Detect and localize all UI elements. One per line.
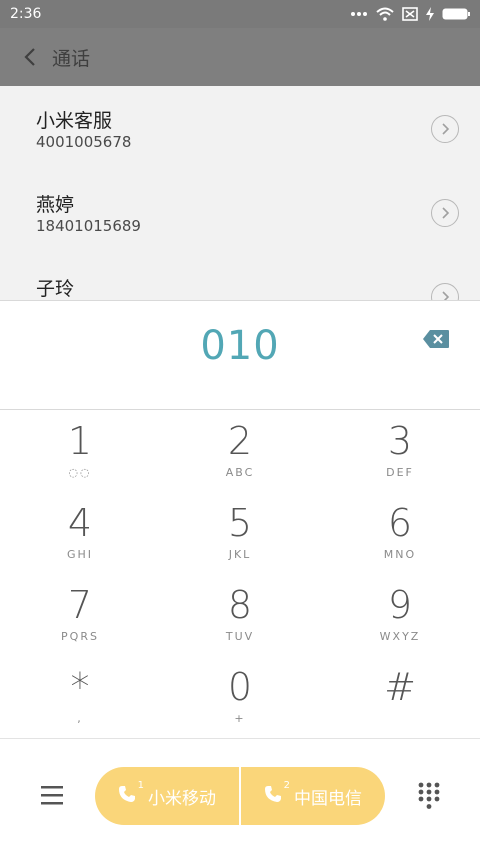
key-letters: PQRS — [61, 630, 99, 643]
key-letters: DEF — [386, 466, 414, 479]
phone-sim2-icon: 2 — [264, 780, 290, 807]
key-letters: ◌◌ — [68, 466, 92, 479]
key-letters: GHI — [66, 548, 94, 561]
contact-item[interactable]: 子玲 — [0, 254, 480, 300]
status-icons — [350, 7, 470, 21]
key-letters: + — [234, 712, 246, 725]
call-sim2-button[interactable]: 2 中国电信 — [241, 767, 385, 825]
call-sim1-button[interactable]: 1 小米移动 — [95, 767, 239, 825]
back-button[interactable] — [16, 43, 44, 71]
key-digit: 0 — [227, 665, 253, 709]
keypad-toggle-icon[interactable] — [418, 782, 440, 810]
key-7[interactable]: 7 PQRS — [0, 574, 160, 656]
key-letters: MNO — [383, 548, 417, 561]
key-digit: * — [70, 665, 90, 709]
more-dots-icon — [351, 12, 367, 16]
key-letters: WXYZ — [379, 630, 421, 643]
contact-number: 18401015689 — [36, 217, 141, 235]
backspace-icon[interactable] — [422, 329, 450, 349]
battery-icon — [442, 8, 470, 20]
contact-name: 燕婷 — [36, 194, 75, 216]
charging-icon — [426, 7, 434, 21]
key-0[interactable]: 0 + — [160, 656, 320, 738]
status-time: 2:36 — [10, 6, 42, 22]
wifi-icon — [376, 7, 394, 21]
key-5[interactable]: 5 JKL — [160, 492, 320, 574]
page-title: 通话 — [52, 47, 91, 70]
contact-suggestions: 小米客服 4001005678 燕婷 18401015689 子玲 — [0, 86, 480, 300]
key-2[interactable]: 2 ABC — [160, 410, 320, 492]
contact-name: 子玲 — [36, 278, 75, 300]
key-digit: 8 — [227, 583, 253, 627]
chevron-right-icon — [442, 123, 450, 135]
call-sim2-label: 中国电信 — [294, 788, 362, 809]
contact-detail-button[interactable] — [431, 115, 459, 143]
dial-input-area: 010 — [0, 300, 480, 410]
key-digit: 1 — [67, 419, 93, 463]
call-action-bar: 1 小米移动 2 中国电信 — [0, 738, 480, 853]
key-digit: 3 — [387, 419, 413, 463]
key-3[interactable]: 3 DEF — [320, 410, 480, 492]
key-digit: 9 — [387, 583, 413, 627]
key-8[interactable]: 8 TUV — [160, 574, 320, 656]
status-bar: 2:36 — [0, 0, 480, 28]
back-arrow-icon — [24, 48, 35, 66]
no-sim-icon — [402, 7, 418, 21]
key-letters: JKL — [228, 548, 252, 561]
key-digit: 7 — [67, 583, 93, 627]
contact-item[interactable]: 燕婷 18401015689 — [0, 170, 480, 254]
toolbar: 通话 — [0, 28, 480, 86]
contact-item[interactable]: 小米客服 4001005678 — [0, 86, 480, 170]
key-digit: # — [384, 665, 416, 709]
key-letters: ABC — [225, 466, 255, 479]
key-digit: 2 — [227, 419, 253, 463]
key-digit: 4 — [67, 501, 93, 545]
key-star[interactable]: * , — [0, 656, 160, 738]
contact-detail-button[interactable] — [431, 283, 459, 300]
contact-name: 小米客服 — [36, 110, 113, 132]
phone-sim1-icon: 1 — [118, 780, 144, 807]
key-6[interactable]: 6 MNO — [320, 492, 480, 574]
menu-icon[interactable] — [40, 784, 66, 806]
key-digit: 6 — [387, 501, 413, 545]
dial-keypad: 1 ◌◌ 2 ABC 3 DEF 4 GHI 5 JKL 6 MNO 7 PQR… — [0, 410, 480, 738]
dialed-number[interactable]: 010 — [0, 323, 480, 369]
key-4[interactable]: 4 GHI — [0, 492, 160, 574]
contact-detail-button[interactable] — [431, 199, 459, 227]
key-digit: 5 — [227, 501, 253, 545]
chevron-right-icon — [442, 291, 450, 300]
contact-number: 4001005678 — [36, 133, 132, 151]
key-1[interactable]: 1 ◌◌ — [0, 410, 160, 492]
call-buttons: 1 小米移动 2 中国电信 — [95, 767, 385, 825]
key-letters: TUV — [225, 630, 255, 643]
key-letters: , — [77, 712, 83, 725]
key-hash[interactable]: # — [320, 656, 480, 738]
key-9[interactable]: 9 WXYZ — [320, 574, 480, 656]
chevron-right-icon — [442, 207, 450, 219]
call-sim1-label: 小米移动 — [148, 788, 216, 809]
